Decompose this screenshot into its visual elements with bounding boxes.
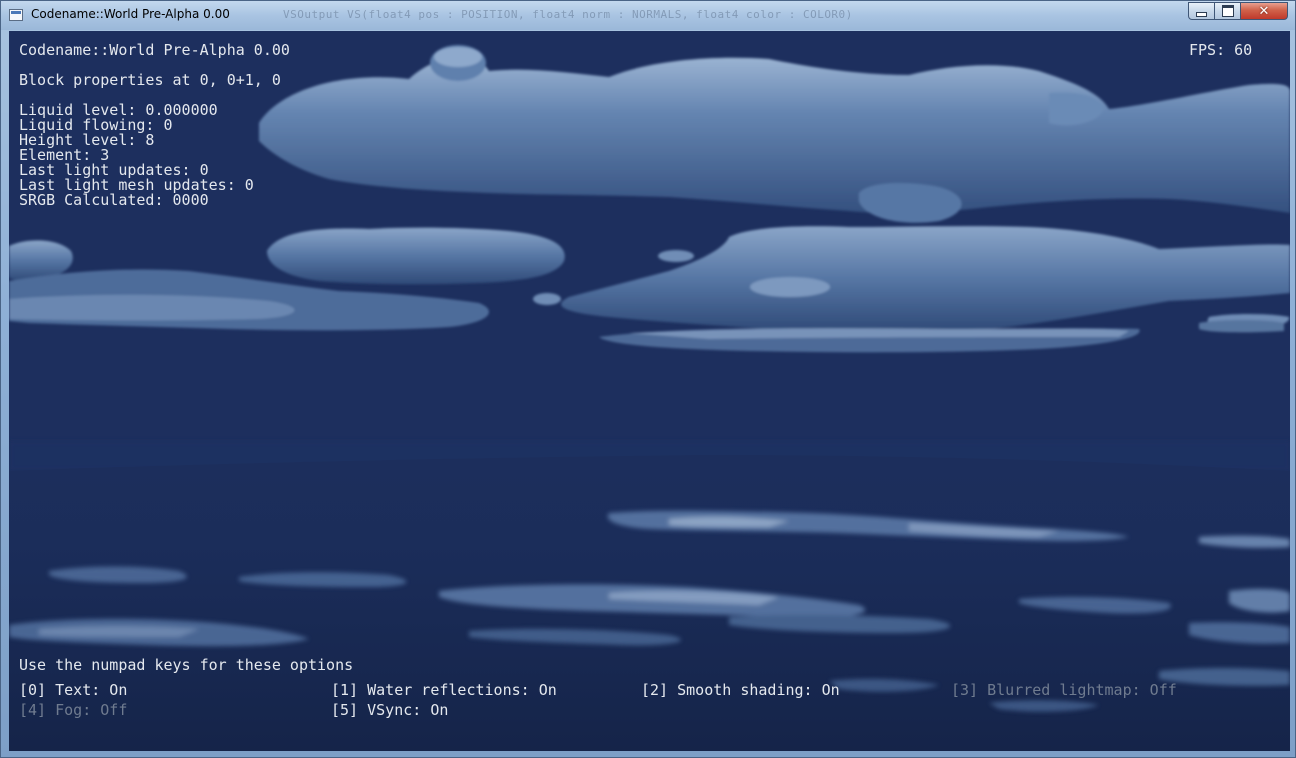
option-water-reflections: [1] Water reflections: On	[331, 681, 557, 699]
maximize-button[interactable]	[1214, 2, 1241, 20]
hud-block-header: Block properties at 0, 0+1, 0	[19, 71, 281, 89]
window-title: Codename::World Pre-Alpha 0.00	[31, 7, 230, 21]
option-smooth-shading: [2] Smooth shading: On	[641, 681, 840, 699]
close-button[interactable]: ✕	[1240, 2, 1288, 20]
app-window: Codename::World Pre-Alpha 0.00 VSOutput …	[0, 0, 1296, 758]
hud-game-title: Codename::World Pre-Alpha 0.00	[19, 41, 290, 59]
minimize-icon	[1196, 11, 1207, 17]
option-vsync: [5] VSync: On	[331, 701, 449, 719]
app-icon	[9, 9, 23, 21]
hud-property-srgb-calculated: SRGB Calculated: 0000	[19, 191, 209, 209]
background-window-code: VSOutput VS(float4 pos : POSITION, float…	[283, 8, 853, 21]
hud-fps-counter: FPS: 60	[1189, 41, 1253, 59]
maximize-icon	[1221, 5, 1234, 17]
hud-options-header: Use the numpad keys for these options	[19, 656, 354, 674]
option-fog: [4] Fog: Off	[19, 701, 128, 719]
option-blurred-lightmap: [3] Blurred lightmap: Off	[951, 681, 1177, 699]
close-icon: ✕	[1258, 3, 1270, 19]
title-bar[interactable]: Codename::World Pre-Alpha 0.00 VSOutput …	[1, 1, 1295, 30]
minimize-button[interactable]	[1188, 2, 1215, 20]
game-viewport[interactable]: Codename::World Pre-Alpha 0.00 FPS: 60 B…	[9, 31, 1290, 751]
scene-render	[9, 31, 1290, 751]
option-text-toggle: [0] Text: On	[19, 681, 128, 699]
